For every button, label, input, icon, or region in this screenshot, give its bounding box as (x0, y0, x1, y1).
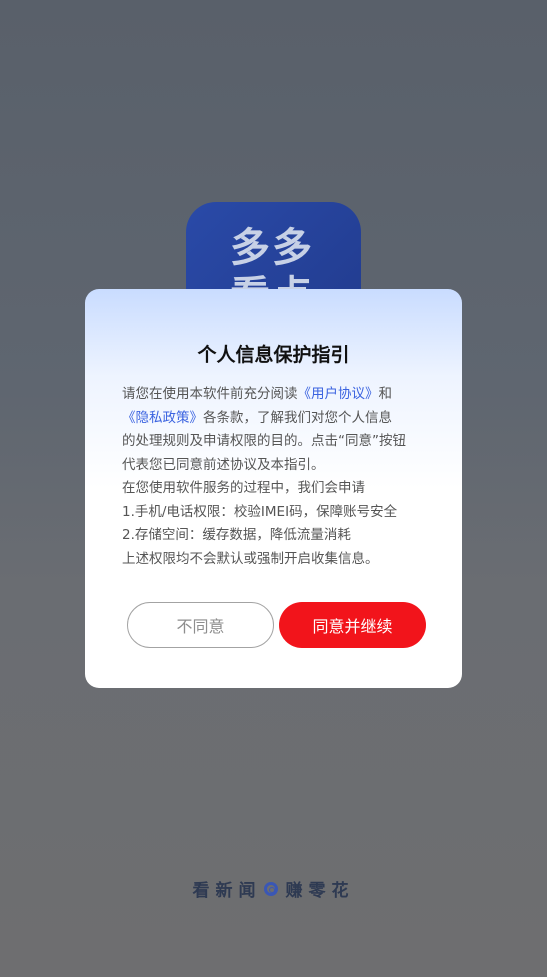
body-text: 各条款，了解我们对您个人信息 (203, 409, 392, 426)
body-line-7: 2.存储空间：缓存数据，降低流量消耗 (122, 527, 351, 543)
dialog-body: 请您在使用本软件前充分阅读《用户协议》和 《隐私政策》各条款，了解我们对您个人信… (122, 383, 432, 571)
slogan-left: 看新闻 (192, 881, 262, 901)
privacy-dialog: 个人信息保护指引 请您在使用本软件前充分阅读《用户协议》和 《隐私政策》各条款，… (85, 289, 462, 688)
body-line-1: 请您在使用本软件前充分阅读《用户协议》和 (122, 383, 432, 407)
body-line-4: 代表您已同意前述协议及本指引。 (122, 456, 325, 473)
body-line-3: 的处理规则及申请权限的目的。点击“同意”按钮 (122, 433, 406, 449)
body-line-5: 在您使用软件服务的过程中，我们会申请 (122, 480, 365, 496)
slogan-right: 赚零花 (285, 881, 355, 901)
dialog-title: 个人信息保护指引 (197, 344, 350, 366)
body-text: 请您在使用本软件前充分阅读 (122, 386, 298, 402)
slogan: 看新闻 赚零花 (0, 876, 547, 901)
privacy-policy-link[interactable]: 《隐私政策》 (122, 410, 203, 426)
ring-icon (263, 881, 278, 896)
body-line-6: 1.手机/电话权限：校验IMEI码，保障账号安全 (122, 503, 398, 520)
body-line-2: 《隐私政策》各条款，了解我们对您个人信息 (122, 407, 432, 431)
body-line-8: 上述权限均不会默认或强制开启收集信息。 (122, 550, 379, 567)
body-text: 和 (378, 386, 393, 402)
user-agreement-link[interactable]: 《用户协议》 (298, 386, 379, 402)
disagree-button[interactable]: 不同意 (127, 602, 274, 648)
agree-continue-button[interactable]: 同意并继续 (279, 602, 426, 648)
